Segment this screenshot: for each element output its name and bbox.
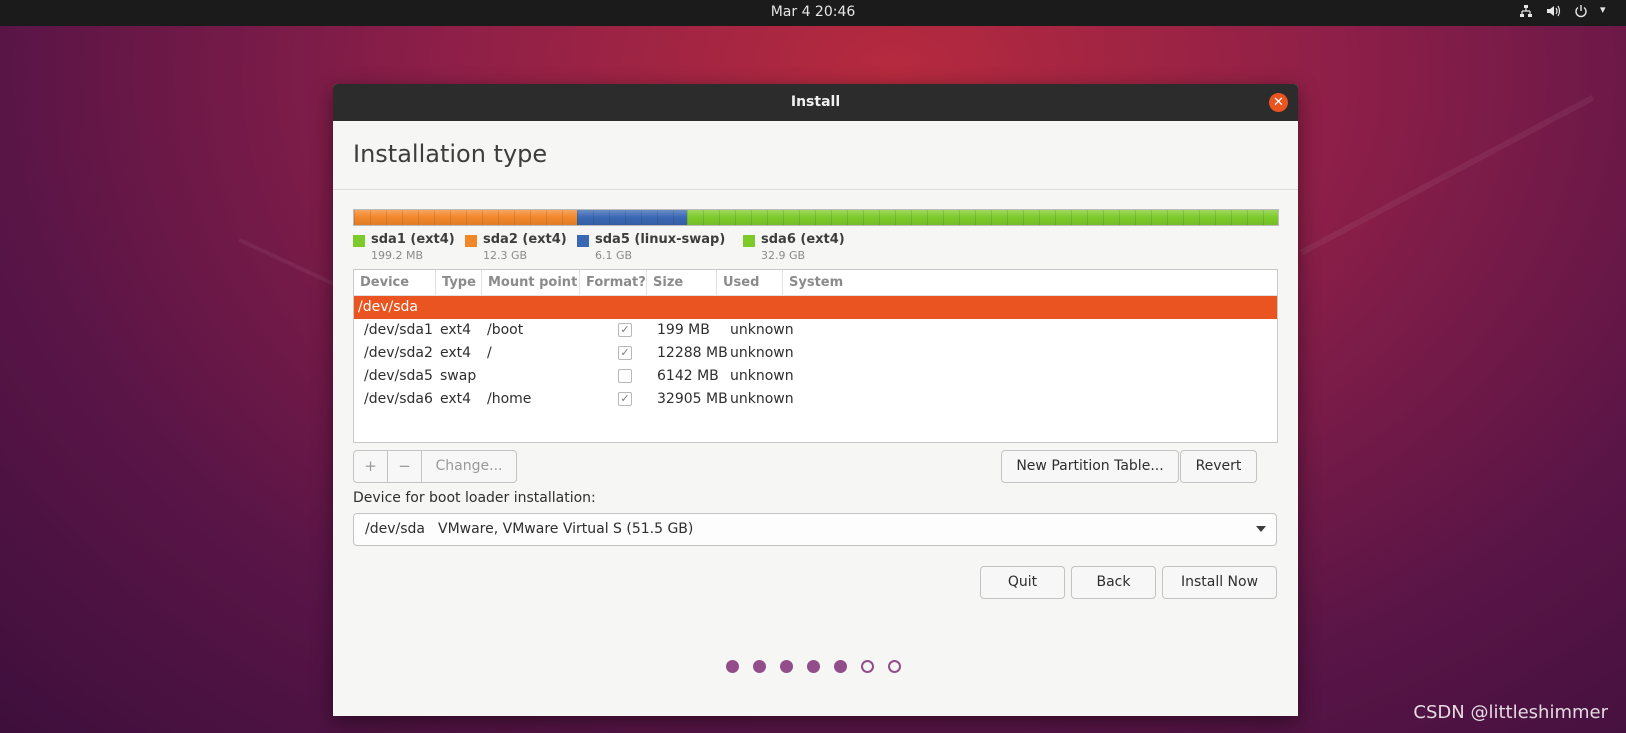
chevron-down-icon [1256, 526, 1266, 532]
divider [333, 189, 1298, 190]
size-cell: 6142 MB [657, 368, 719, 384]
step-dot-completed [807, 660, 820, 673]
column-header-format[interactable]: Format? [580, 270, 647, 295]
format-checkbox[interactable]: ✓ [618, 323, 632, 337]
mount-cell: /home [487, 391, 532, 407]
power-icon[interactable] [1574, 4, 1588, 22]
legend-size: 6.1 GB [595, 249, 633, 262]
format-checkbox[interactable]: ✓ [618, 392, 632, 406]
column-header-size[interactable]: Size [647, 270, 717, 295]
type-cell: ext4 [440, 345, 472, 361]
partition-bar-segment-sda6 [687, 210, 1278, 225]
used-cell: unknown [730, 368, 794, 384]
legend-swatch [353, 235, 365, 247]
partition-bar [353, 209, 1279, 226]
column-header-type[interactable]: Type [436, 270, 482, 295]
install-now-button[interactable]: Install Now [1162, 566, 1277, 599]
close-icon[interactable]: ✕ [1269, 93, 1288, 112]
type-cell: ext4 [440, 322, 472, 338]
boot-loader-select[interactable]: /dev/sda VMware, VMware Virtual S (51.5 … [353, 513, 1277, 546]
top-bar: Mar 4 20:46 ▾ [0, 0, 1626, 26]
revert-button[interactable]: Revert [1180, 450, 1257, 483]
page-title: Installation type [353, 140, 548, 168]
watermark: CSDN @littleshimmer [1413, 702, 1608, 723]
legend-name: sda1 (ext4) [371, 232, 455, 247]
used-cell: unknown [730, 322, 794, 338]
format-checkbox[interactable] [618, 369, 632, 383]
partition-table[interactable]: Device Type Mount point Format? Size Use… [353, 269, 1278, 443]
size-cell: 199 MB [657, 322, 710, 338]
device-cell: /dev/sda5 [364, 368, 433, 384]
new-partition-table-button[interactable]: New Partition Table... [1001, 450, 1179, 483]
mount-cell: / [487, 345, 492, 361]
volume-icon[interactable] [1546, 4, 1561, 22]
used-cell: unknown [730, 345, 794, 361]
chevron-down-icon[interactable]: ▾ [1600, 3, 1606, 16]
device-cell: /dev/sda [358, 299, 418, 315]
back-button[interactable]: Back [1071, 566, 1156, 599]
legend-swatch [743, 235, 755, 247]
legend-swatch [577, 235, 589, 247]
table-row[interactable]: /dev/sda6 ext4 /home ✓ 32905 MB unknown [354, 388, 1277, 411]
boot-loader-label: Device for boot loader installation: [353, 490, 596, 506]
step-progress [726, 660, 906, 678]
device-cell: /dev/sda2 [364, 345, 433, 361]
column-header-mount[interactable]: Mount point [482, 270, 580, 295]
legend-name: sda6 (ext4) [761, 232, 845, 247]
step-dot-pending [888, 660, 901, 673]
mount-cell: /boot [487, 322, 524, 338]
install-window: Install ✕ Installation type sda1 (ext4) … [333, 84, 1298, 716]
legend-name: sda5 (linux-swap) [595, 232, 726, 247]
legend-size: 199.2 MB [371, 249, 424, 262]
type-cell: swap [440, 368, 477, 384]
step-dot-completed [753, 660, 766, 673]
size-cell: 32905 MB [657, 391, 728, 407]
window-title: Install [790, 94, 841, 110]
wallpaper-stripe [1300, 95, 1595, 256]
step-dot-pending [861, 660, 874, 673]
column-header-device[interactable]: Device [354, 270, 436, 295]
legend-swatch [465, 235, 477, 247]
format-checkbox[interactable]: ✓ [618, 346, 632, 360]
step-dot-completed [834, 660, 847, 673]
table-row-disk[interactable]: /dev/sda [354, 296, 1277, 319]
boot-device-description: VMware, VMware Virtual S (51.5 GB) [438, 521, 694, 537]
window-titlebar[interactable]: Install ✕ [333, 84, 1298, 121]
table-header: Device Type Mount point Format? Size Use… [354, 270, 1277, 296]
column-header-system[interactable]: System [783, 270, 1277, 295]
table-row[interactable]: /dev/sda2 ext4 / ✓ 12288 MB unknown [354, 342, 1277, 365]
size-cell: 12288 MB [657, 345, 728, 361]
used-cell: unknown [730, 391, 794, 407]
partition-bar-segment-sda2 [354, 210, 577, 225]
device-cell: /dev/sda1 [364, 322, 433, 338]
network-icon[interactable] [1519, 4, 1533, 22]
legend-size: 32.9 GB [761, 249, 806, 262]
type-cell: ext4 [440, 391, 472, 407]
table-row[interactable]: /dev/sda1 ext4 /boot ✓ 199 MB unknown [354, 319, 1277, 342]
column-header-used[interactable]: Used [717, 270, 783, 295]
table-row[interactable]: /dev/sda5 swap 6142 MB unknown [354, 365, 1277, 388]
quit-button[interactable]: Quit [980, 566, 1065, 599]
partition-action-group: + − Change... [353, 450, 517, 483]
add-partition-button[interactable]: + [354, 451, 388, 482]
remove-partition-button[interactable]: − [388, 451, 422, 482]
device-cell: /dev/sda6 [364, 391, 433, 407]
partition-bar-segment-sda5 [577, 210, 687, 225]
clock[interactable]: Mar 4 20:46 [0, 4, 1626, 20]
step-dot-completed [726, 660, 739, 673]
boot-device: /dev/sda [365, 521, 425, 537]
step-dot-completed [780, 660, 793, 673]
legend-name: sda2 (ext4) [483, 232, 567, 247]
legend-size: 12.3 GB [483, 249, 528, 262]
change-partition-button[interactable]: Change... [422, 451, 516, 482]
